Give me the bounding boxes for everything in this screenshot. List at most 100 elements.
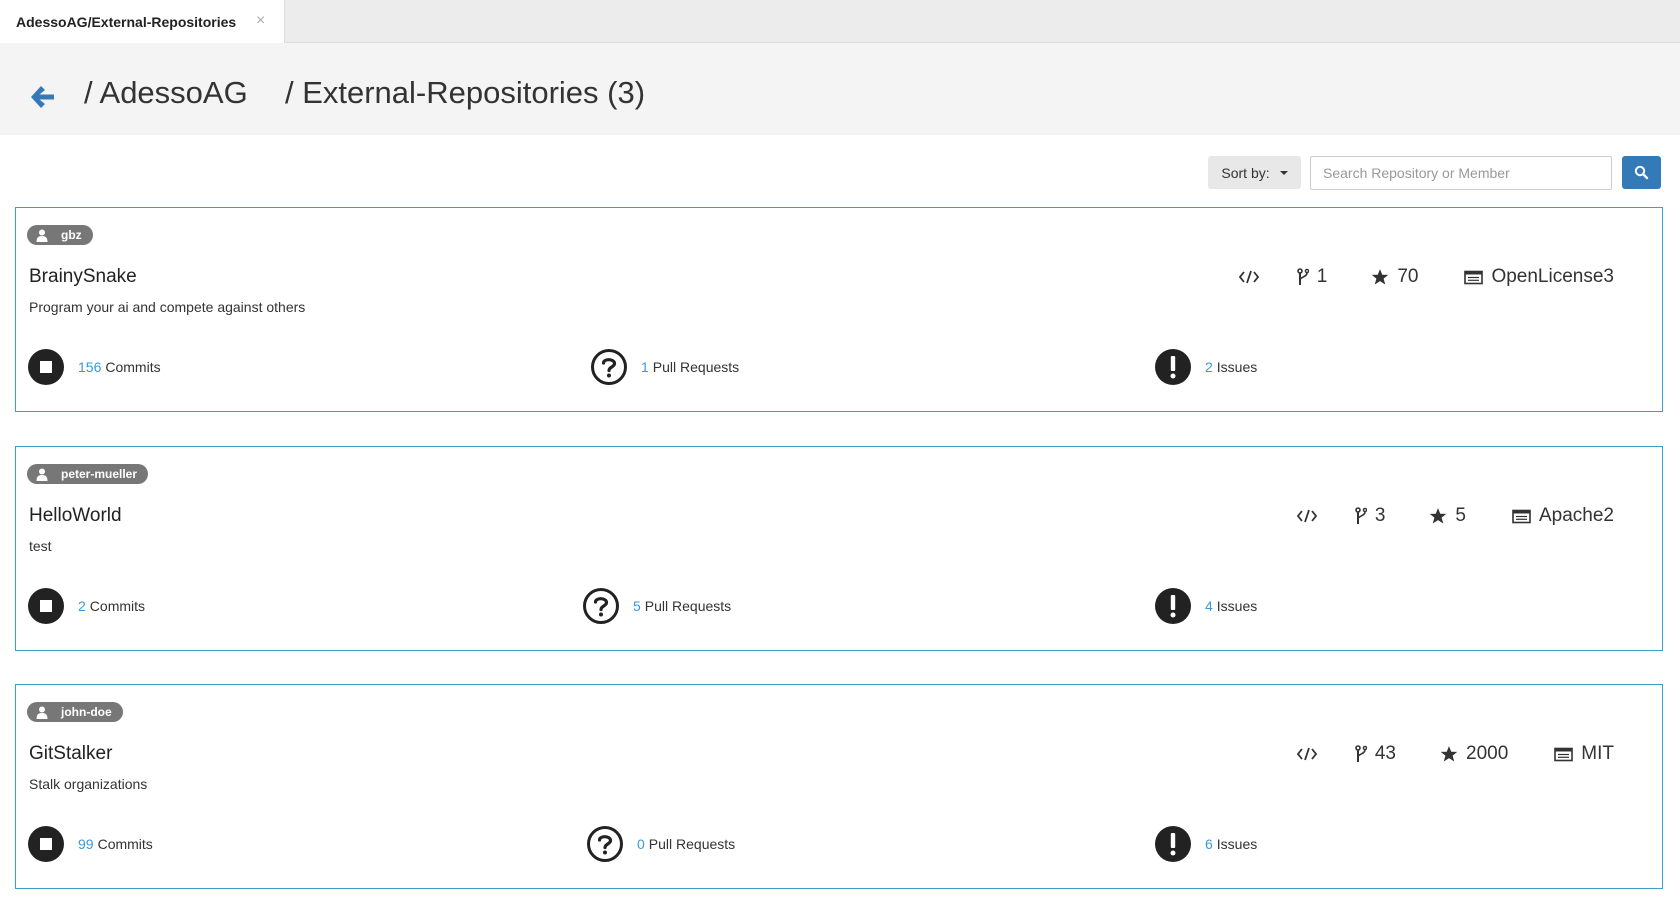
forks-stat: 3: [1355, 505, 1386, 527]
pull-requests-metric[interactable]: 0 Pull Requests: [586, 825, 735, 863]
commit-icon: [28, 826, 64, 862]
forks-count: 1: [1316, 266, 1328, 287]
exclamation-circle-icon: [1155, 588, 1191, 624]
code-stat[interactable]: [1238, 270, 1259, 284]
issues-metric[interactable]: 6 Issues: [1154, 825, 1257, 863]
forks-count: 3: [1374, 505, 1386, 526]
issues-count[interactable]: 2: [1205, 359, 1213, 375]
stars-stat: 2000: [1440, 743, 1508, 765]
repository-description: test: [29, 538, 52, 554]
stars-stat: 70: [1371, 266, 1418, 288]
issues-label: Issues: [1216, 359, 1258, 375]
license-stat: OpenLicense3: [1464, 266, 1614, 288]
license-name: OpenLicense3: [1491, 266, 1614, 287]
owner-badge[interactable]: john-doe: [27, 702, 123, 722]
repository-name[interactable]: BrainySnake: [29, 266, 137, 288]
commits-count[interactable]: 156: [78, 359, 101, 375]
breadcrumb: / AdessoAG / External-Repositories (3): [84, 75, 645, 111]
pull-requests-label: Pull Requests: [648, 836, 736, 852]
repository-stats: 1 70 OpenLicense3: [1238, 264, 1614, 290]
star-icon: [1440, 746, 1458, 762]
commits-count[interactable]: 2: [78, 598, 86, 614]
pull-requests-label: Pull Requests: [644, 598, 732, 614]
issues-count[interactable]: 4: [1205, 598, 1213, 614]
repository-card: peter-mueller HelloWorld test 3 5 Apache…: [15, 446, 1663, 651]
search-button[interactable]: [1622, 156, 1661, 189]
sort-by-dropdown[interactable]: Sort by:: [1208, 156, 1301, 189]
exclamation-circle-icon: [1155, 826, 1191, 862]
fork-icon: [1355, 507, 1367, 524]
license-name: Apache2: [1538, 505, 1614, 526]
repository-stats: 43 2000 MIT: [1296, 741, 1614, 767]
forks-count: 43: [1374, 743, 1396, 764]
stars-count: 2000: [1466, 743, 1509, 764]
commit-icon: [28, 588, 64, 624]
breadcrumb-org[interactable]: / AdessoAG: [84, 75, 248, 111]
exclamation-circle-icon: [1155, 349, 1191, 385]
commits-label: Commits: [105, 359, 161, 375]
question-circle-icon: [587, 826, 623, 862]
stars-count: 5: [1455, 505, 1466, 526]
breadcrumb-repo-group: / External-Repositories: [284, 75, 599, 110]
commits-metric[interactable]: 2 Commits: [27, 587, 145, 625]
issues-metric[interactable]: 4 Issues: [1154, 587, 1257, 625]
code-stat[interactable]: [1296, 747, 1317, 761]
license-name: MIT: [1581, 743, 1614, 764]
question-circle-icon: [583, 588, 619, 624]
issues-count[interactable]: 6: [1205, 836, 1213, 852]
stars-stat: 5: [1429, 505, 1466, 527]
close-icon[interactable]: ×: [256, 13, 265, 29]
commit-icon: [28, 349, 64, 385]
search-input[interactable]: [1310, 156, 1612, 190]
repository-description: Stalk organizations: [29, 776, 148, 792]
person-icon: [36, 468, 48, 481]
pull-requests-count[interactable]: 5: [633, 598, 641, 614]
license-icon: [1464, 270, 1484, 284]
owner-badge[interactable]: peter-mueller: [27, 464, 149, 484]
pull-requests-metric[interactable]: 1 Pull Requests: [590, 348, 739, 386]
owner-badge[interactable]: gbz: [27, 225, 93, 245]
code-stat[interactable]: [1296, 509, 1317, 523]
pull-requests-metric[interactable]: 5 Pull Requests: [582, 587, 731, 625]
license-icon: [1554, 747, 1574, 761]
repository-card: gbz BrainySnake Program your ai and comp…: [15, 207, 1663, 412]
license-stat: Apache2: [1512, 505, 1614, 527]
repository-card: john-doe GitStalker Stalk organizations: [15, 684, 1663, 889]
commits-metric[interactable]: 99 Commits: [27, 825, 153, 863]
issues-metric[interactable]: 2 Issues: [1154, 348, 1257, 386]
star-icon: [1430, 508, 1447, 524]
license-icon: [1512, 509, 1531, 523]
tab-title: AdessoAG/External-Repositories: [16, 14, 237, 30]
caret-down-icon: [1279, 170, 1288, 175]
pull-requests-count[interactable]: 1: [641, 359, 649, 375]
tab-bar: AdessoAG/External-Repositories ×: [0, 0, 1680, 44]
forks-stat: 43: [1355, 743, 1396, 765]
repository-name[interactable]: GitStalker: [29, 743, 112, 765]
person-icon: [36, 229, 48, 242]
owner-name: gbz: [61, 228, 82, 242]
pull-requests-label: Pull Requests: [652, 359, 740, 375]
question-circle-icon: [591, 349, 627, 385]
commits-label: Commits: [89, 598, 146, 614]
tab-repositories[interactable]: AdessoAG/External-Repositories ×: [0, 0, 285, 44]
repository-stats: 3 5 Apache2: [1296, 503, 1614, 529]
code-icon: [1296, 509, 1317, 523]
stars-count: 70: [1397, 266, 1419, 287]
person-icon: [36, 706, 48, 719]
search-icon: [1634, 165, 1649, 180]
repo-count: (3): [607, 75, 646, 110]
issues-label: Issues: [1216, 598, 1258, 614]
fork-icon: [1355, 745, 1367, 762]
code-icon: [1296, 747, 1317, 761]
sort-label: Sort by:: [1221, 164, 1270, 181]
repository-name[interactable]: HelloWorld: [29, 505, 122, 527]
star-icon: [1372, 269, 1389, 285]
fork-icon: [1296, 268, 1309, 285]
repository-description: Program your ai and compete against othe…: [29, 299, 306, 315]
arrow-left-icon[interactable]: [28, 84, 56, 110]
forks-stat: 1: [1296, 266, 1328, 288]
pull-requests-count[interactable]: 0: [637, 836, 645, 852]
commits-count[interactable]: 99: [78, 836, 94, 852]
commits-metric[interactable]: 156 Commits: [27, 348, 161, 386]
commits-label: Commits: [97, 836, 153, 852]
